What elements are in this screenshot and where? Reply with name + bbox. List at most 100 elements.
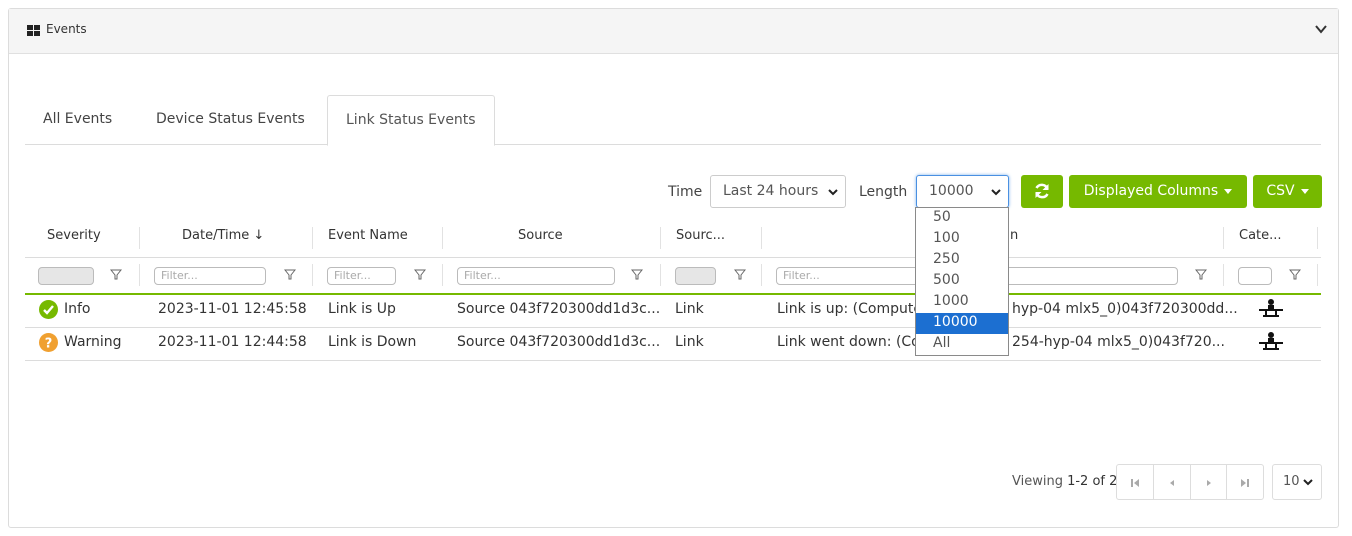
- event-name-cell: Link is Down: [328, 334, 417, 350]
- next-page-button[interactable]: [1191, 465, 1228, 499]
- chevron-down-icon: [991, 189, 1001, 196]
- column-header-category[interactable]: Cate...: [1239, 228, 1282, 243]
- last-page-button[interactable]: [1227, 465, 1263, 499]
- description-cell: Link is up: (Compute: [777, 301, 922, 317]
- column-header-event-name[interactable]: Event Name: [328, 228, 408, 243]
- caret-down-icon: [1300, 188, 1309, 194]
- column-divider: [1223, 264, 1224, 286]
- row-divider: [25, 360, 1321, 361]
- question-circle-icon: ?: [39, 333, 58, 352]
- severity-filter[interactable]: [38, 267, 94, 285]
- column-divider[interactable]: [1317, 227, 1318, 249]
- description-cell-tail: 254-hyp-04 mlx5_0)043f720...: [1012, 334, 1225, 350]
- source-filter[interactable]: Filter...: [457, 267, 615, 285]
- length-option-50[interactable]: 50: [916, 208, 1008, 229]
- column-divider: [761, 264, 762, 286]
- refresh-icon: [1035, 183, 1049, 199]
- category-filter[interactable]: [1238, 267, 1272, 285]
- length-option-1000[interactable]: 1000: [916, 292, 1008, 313]
- source-type-cell: Link: [675, 334, 704, 350]
- filter-row-divider: [25, 293, 1321, 295]
- source-cell: Source 043f720300dd1d3c...: [457, 301, 661, 317]
- chevron-down-icon: [1303, 479, 1313, 486]
- grid-icon: [27, 25, 40, 36]
- network-node-icon: [1259, 332, 1283, 350]
- time-label: Time: [668, 184, 703, 200]
- prev-page-button[interactable]: [1154, 465, 1191, 499]
- displayed-columns-label: Displayed Columns: [1083, 183, 1219, 199]
- page-size-select[interactable]: 10: [1272, 464, 1322, 500]
- column-divider: [660, 264, 661, 286]
- header-divider: [25, 257, 1321, 258]
- length-option-100[interactable]: 100: [916, 229, 1008, 250]
- panel-header[interactable]: Events: [9, 9, 1338, 54]
- filter-icon[interactable]: [1195, 269, 1207, 281]
- chevron-down-icon[interactable]: [1314, 22, 1328, 36]
- length-label: Length: [859, 184, 908, 200]
- first-page-icon: [1131, 479, 1139, 487]
- source-cell: Source 043f720300dd1d3c...: [457, 334, 661, 350]
- time-select[interactable]: Last 24 hours: [710, 175, 846, 208]
- column-divider[interactable]: [139, 227, 140, 249]
- tab-all-events[interactable]: All Events: [25, 95, 130, 145]
- tab-bar: All Events Device Status Events Link Sta…: [25, 95, 1321, 146]
- pager-range: 1-2 of 2: [1067, 474, 1118, 489]
- row-divider: [25, 327, 1321, 328]
- source-type-cell: Link: [675, 301, 704, 317]
- filter-icon[interactable]: [1289, 269, 1301, 281]
- filter-icon[interactable]: [414, 269, 426, 281]
- length-option-250[interactable]: 250: [916, 250, 1008, 271]
- event-name-cell: Link is Up: [328, 301, 396, 317]
- column-divider[interactable]: [761, 227, 762, 249]
- length-option-500[interactable]: 500: [916, 271, 1008, 292]
- column-divider: [1317, 264, 1318, 286]
- column-divider: [442, 264, 443, 286]
- panel-title: Events: [46, 22, 87, 36]
- check-circle-icon: [39, 300, 58, 319]
- description-cell: Link went down: (Co: [777, 334, 920, 350]
- column-header-source[interactable]: Source: [518, 228, 563, 243]
- prev-page-icon: [1169, 480, 1174, 486]
- length-option-10000[interactable]: 10000: [916, 313, 1008, 334]
- displayed-columns-button[interactable]: Displayed Columns: [1069, 175, 1247, 208]
- length-option-all[interactable]: All: [916, 334, 1008, 355]
- length-select[interactable]: 10000: [916, 175, 1009, 208]
- csv-button[interactable]: CSV: [1253, 175, 1322, 208]
- first-page-button[interactable]: [1117, 465, 1154, 499]
- next-page-icon: [1206, 480, 1211, 486]
- filter-icon[interactable]: [110, 269, 122, 281]
- column-header-source-type[interactable]: Sourc...: [676, 228, 725, 243]
- column-divider: [139, 264, 140, 286]
- column-divider[interactable]: [660, 227, 661, 249]
- description-cell-tail: hyp-04 mlx5_0)043f720300dd...: [1012, 301, 1238, 317]
- svg-text:?: ?: [45, 337, 53, 352]
- refresh-button[interactable]: [1021, 175, 1063, 208]
- event-name-filter[interactable]: Filter...: [327, 267, 396, 285]
- last-page-icon: [1241, 479, 1250, 487]
- tab-link-status-events[interactable]: Link Status Events: [327, 95, 495, 146]
- severity-cell: Warning: [64, 334, 122, 350]
- network-node-icon: [1259, 299, 1283, 317]
- column-divider[interactable]: [312, 227, 313, 249]
- column-divider[interactable]: [442, 227, 443, 249]
- filter-icon[interactable]: [284, 269, 296, 281]
- pager-controls: [1116, 464, 1264, 500]
- column-header-description[interactable]: n: [1010, 228, 1018, 243]
- length-select-value: 10000: [929, 183, 974, 199]
- severity-cell: Info: [64, 301, 91, 317]
- datetime-cell: 2023-11-01 12:44:58: [158, 334, 307, 350]
- filter-icon[interactable]: [734, 269, 746, 281]
- time-select-value: Last 24 hours: [723, 183, 819, 199]
- column-divider[interactable]: [1223, 227, 1224, 249]
- caret-down-icon: [1224, 188, 1233, 194]
- filter-icon[interactable]: [631, 269, 643, 281]
- datetime-cell: 2023-11-01 12:45:58: [158, 301, 307, 317]
- csv-label: CSV: [1266, 183, 1295, 199]
- tab-device-status-events[interactable]: Device Status Events: [138, 95, 323, 145]
- datetime-filter[interactable]: Filter...: [154, 267, 266, 285]
- column-header-severity[interactable]: Severity: [47, 228, 101, 243]
- column-header-datetime[interactable]: Date/Time ↓: [182, 228, 264, 243]
- length-dropdown[interactable]: 50 100 250 500 1000 10000 All: [915, 207, 1009, 356]
- source-type-filter[interactable]: [675, 267, 716, 285]
- chevron-down-icon: [828, 189, 838, 196]
